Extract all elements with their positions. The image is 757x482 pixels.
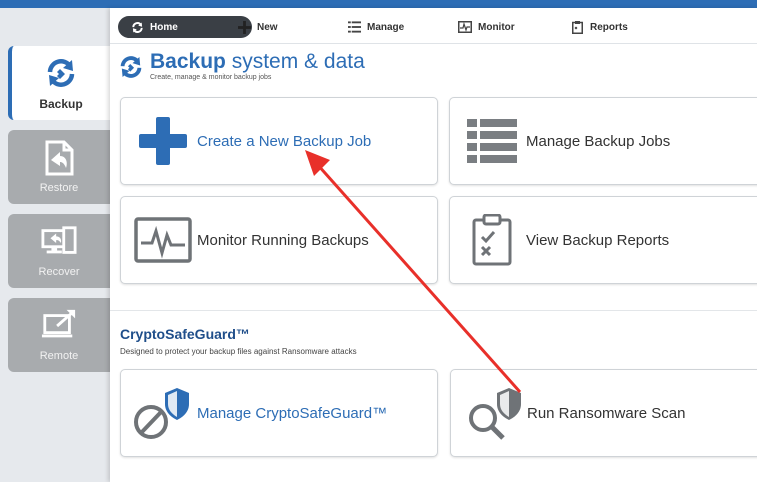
nav-new-label: New: [257, 21, 278, 33]
sidebar-item-label: Backup: [39, 97, 83, 111]
restore-file-icon: [41, 140, 77, 176]
manage-cryptosafeguard-button[interactable]: Manage CryptoSafeGuard™: [120, 369, 438, 457]
recover-computer-icon: [41, 224, 77, 260]
sidebar-item-backup[interactable]: Backup: [8, 46, 110, 120]
sidebar: Backup Restore Recover Remote: [0, 8, 110, 482]
nav-home-label: Home: [150, 21, 178, 33]
card-label: Run Ransomware Scan: [527, 404, 686, 422]
remote-screen-icon: [41, 308, 77, 344]
nav-new[interactable]: New: [237, 16, 278, 38]
card-label: Manage CryptoSafeGuard™: [197, 404, 388, 422]
plus-icon: [131, 111, 195, 171]
shield-block-icon: [131, 383, 195, 443]
sync-icon: [118, 54, 146, 82]
clipboard-icon: [570, 20, 584, 34]
section-divider: [110, 310, 757, 311]
manage-backup-jobs-button[interactable]: Manage Backup Jobs: [449, 97, 757, 185]
sync-icon: [43, 55, 79, 91]
sidebar-item-remote[interactable]: Remote: [8, 298, 110, 372]
nav-manage[interactable]: Manage: [347, 16, 404, 38]
page-title: Backup system & data: [150, 50, 365, 73]
view-backup-reports-button[interactable]: View Backup Reports: [449, 196, 757, 284]
create-backup-job-button[interactable]: Create a New Backup Job: [120, 97, 438, 185]
shield-search-icon: [461, 383, 525, 443]
cryptosafeguard-title: CryptoSafeGuard™: [120, 326, 250, 342]
nav-reports[interactable]: Reports: [570, 16, 628, 38]
monitor-pulse-icon: [458, 20, 472, 34]
card-label: View Backup Reports: [526, 231, 670, 249]
card-label: Create a New Backup Job: [197, 132, 372, 150]
run-ransomware-scan-button[interactable]: Run Ransomware Scan: [450, 369, 757, 457]
monitor-running-backups-button[interactable]: Monitor Running Backups: [120, 196, 438, 284]
sidebar-item-recover[interactable]: Recover: [8, 214, 110, 288]
nav-home[interactable]: Home: [118, 16, 252, 38]
list-icon: [347, 20, 361, 34]
sync-icon: [130, 20, 144, 34]
plus-icon: [237, 20, 251, 34]
sidebar-item-label: Recover: [38, 266, 80, 278]
sidebar-item-label: Remote: [39, 350, 79, 362]
card-label: Manage Backup Jobs: [526, 132, 671, 150]
clipboard-check-icon: [460, 210, 524, 270]
nav-monitor[interactable]: Monitor: [458, 16, 515, 38]
nav-manage-label: Manage: [367, 21, 405, 33]
monitor-pulse-icon: [131, 210, 195, 270]
sidebar-item-label: Restore: [39, 182, 79, 194]
list-icon: [460, 111, 524, 171]
top-accent-bar: [0, 0, 757, 8]
sidebar-item-restore[interactable]: Restore: [8, 130, 110, 204]
main-panel: Home New Manage Monitor Reports Backup s…: [110, 8, 757, 482]
page-subtitle: Create, manage & monitor backup jobs: [150, 74, 272, 81]
top-nav: Home New Manage Monitor Reports: [110, 8, 757, 44]
cryptosafeguard-subtitle: Designed to protect your backup files ag…: [120, 347, 357, 356]
nav-reports-label: Reports: [590, 21, 628, 33]
card-label: Monitor Running Backups: [197, 231, 369, 249]
nav-monitor-label: Monitor: [478, 21, 515, 33]
